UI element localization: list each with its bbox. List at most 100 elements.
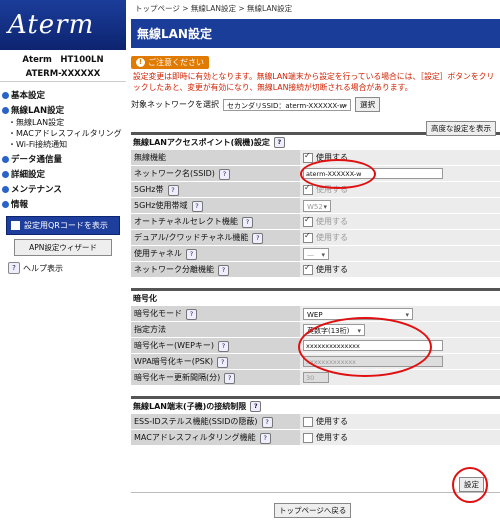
help-icon[interactable]: ? [186,308,197,320]
help-icon[interactable]: ? [185,248,197,260]
qr-code-button[interactable]: 設定用QRコードを表示 [6,216,120,235]
row-label: 無線機能 [131,150,300,166]
bullet-icon [2,91,9,99]
key-interval-input[interactable]: 30 [303,372,329,383]
nav-sub-wireless[interactable]: ・無線LAN設定 [8,117,126,128]
client-restriction-table: ESS-IDステルス機能(SSIDの隠蔽)? 使用する MACアドレスフィルタリン… [131,414,500,446]
table-row: MACアドレスフィルタリング機能? 使用する [131,429,500,446]
help-icon[interactable]: ? [218,168,230,180]
nav-data-usage[interactable]: データ通信量 [2,153,126,165]
psk-input[interactable]: xxxxxxxxxxxxx [303,356,443,367]
channel-select[interactable]: — ▾ [303,247,329,260]
table-row: デュアル/クワッドチャネル機能?使用する [131,229,500,246]
help-icon[interactable]: ? [250,401,262,412]
model-name: Aterm HT100LN [22,55,104,65]
target-network: 対象ネットワークを選択 セカンダリSSID：aterm-XXXXXX-w ▾ 選択 [131,97,500,112]
warning-text: 設定変更は即時に有効となります。無線LAN端末から設定を行っている場合には、［設… [133,72,495,92]
apn-wizard-button[interactable]: APN設定ウィザード [14,239,112,256]
sidebar: Aterm Aterm HT100LN ATERM-XXXXXX 基本設定 無線… [0,0,126,522]
help-icon[interactable]: ? [217,356,229,368]
nav-sub-wifi-notify[interactable]: ・Wi-Fi接続通知 [8,139,126,150]
mac-filter-checkbox[interactable] [303,432,313,443]
bullet-icon [2,155,9,163]
notice-badge: ! ご注意ください [131,56,209,69]
nav-info[interactable]: 情報 [2,198,126,210]
section-client-restriction: 無線LAN端末(子機)の接続制限? ESS-IDステルス機能(SSIDの隠蔽)?… [131,396,500,446]
help-icon[interactable]: ? [218,340,230,352]
nav-wireless[interactable]: 無線LAN設定 [2,104,126,116]
section-title: 暗号化 [131,288,500,306]
auto-channel-checkbox[interactable] [303,215,313,227]
nav-advanced[interactable]: 詳細設定 [2,168,126,180]
dual-channel-checkbox[interactable] [303,231,313,243]
advanced-settings-button[interactable]: 高度な設定を表示 [426,121,496,136]
help-icon[interactable]: ? [259,432,271,444]
nav-basic[interactable]: 基本設定 [2,89,126,101]
target-network-select[interactable]: セカンダリSSID：aterm-XXXXXX-w ▾ [223,98,351,111]
table-row: 指定方法 英数字(13桁) ▾ [131,321,500,338]
target-label: 対象ネットワークを選択 [131,100,219,109]
table-row: ネットワーク分離機能?使用する [131,261,500,278]
help-icon: ? [8,262,20,274]
exclamation-icon: ! [136,58,145,67]
help-icon[interactable]: ? [252,232,264,244]
page-title: 無線LAN設定 [131,19,500,48]
help-icon[interactable]: ? [273,137,285,148]
table-row: 無線機能使用する [131,150,500,166]
help-icon[interactable]: ? [261,416,273,428]
table-row: 暗号化キー更新間隔(分)? 30 [131,369,500,386]
encryption-mode-select[interactable]: WEP ▾ [303,307,413,320]
table-row: 5GHz帯?使用する [131,181,500,198]
help-icon[interactable]: ? [224,372,236,384]
section-access-point: 無線LANアクセスポイント(親機)設定? 無線機能使用する ネットワーク名(SS… [131,132,500,278]
device-name: ATERM-XXXXXX [25,69,101,79]
set-button[interactable]: 設定 [459,477,484,492]
sidebar-nav: 基本設定 無線LAN設定 ・無線LAN設定 ・MACアドレスフィルタリング ・W… [0,82,126,210]
qr-icon [11,221,20,230]
bullet-icon [2,170,9,178]
chevron-down-icon: ▾ [323,202,327,211]
chevron-down-icon: ▾ [343,101,347,110]
help-link[interactable]: ? ヘルプ表示 [4,262,122,274]
table-row: ネットワーク名(SSID)? aterm-XXXXXX-w [131,165,500,182]
help-icon[interactable]: ? [241,216,253,228]
key-format-select[interactable]: 英数字(13桁) ▾ [303,323,365,336]
chevron-down-icon: ▾ [405,310,409,319]
chevron-down-icon: ▾ [321,250,325,259]
back-to-top-button[interactable]: トップページへ戻る [274,503,352,518]
table-row: オートチャネルセレクト機能?使用する [131,213,500,230]
row-label: 指定方法 [131,321,300,338]
select-button[interactable]: 選択 [355,97,380,112]
bottom-divider [131,492,500,493]
encryption-table: 暗号化モード? WEP ▾ 指定方法 英数字(13桁) ▾ 暗号化キー(WEPキー)? x… [131,306,500,386]
table-row: 暗号化キー(WEPキー)? xxxxxxxxxxxxxx [131,337,500,354]
wireless-enable-checkbox[interactable] [303,151,313,163]
network-isolation-checkbox[interactable] [303,263,313,275]
table-row: ESS-IDステルス機能(SSIDの隠蔽)? 使用する [131,414,500,430]
breadcrumb: トップページ > 無線LAN設定 > 無線LAN設定 [135,4,293,13]
aterm-logo: Aterm [0,0,126,50]
bullet-icon [2,185,9,193]
ssid-input[interactable]: aterm-XXXXXX-w [303,168,443,179]
ap-settings-table: 無線機能使用する ネットワーク名(SSID)?aterm-XXXXXX-w 5G… [131,150,500,278]
section-title: 無線LAN端末(子機)の接続制限? [131,396,500,414]
bullet-icon [2,200,9,208]
notice: ! ご注意ください [131,56,500,69]
help-icon[interactable]: ? [167,184,179,196]
help-icon[interactable]: ? [191,200,203,212]
5ghz-checkbox[interactable] [303,183,313,195]
model-info: Aterm HT100LN ATERM-XXXXXX [0,50,126,82]
section-encryption: 暗号化 暗号化モード? WEP ▾ 指定方法 英数字(13桁) ▾ 暗号化キー(WEPキ… [131,288,500,386]
5ghz-band-select[interactable]: W52 ▾ [303,199,331,212]
chevron-down-icon: ▾ [357,326,361,335]
help-icon[interactable]: ? [218,264,229,276]
table-row: 使用チャネル? — ▾ [131,245,500,262]
nav-maintenance[interactable]: メンテナンス [2,183,126,195]
table-row: 5GHz使用帯域? W52 ▾ [131,197,500,214]
wep-key-input[interactable]: xxxxxxxxxxxxxx [303,340,443,351]
table-row: WPA暗号化キー(PSK)? xxxxxxxxxxxxx [131,353,500,370]
main-content: トップページ > 無線LAN設定 > 無線LAN設定 無線LAN設定 ! ご注意く… [131,0,500,522]
nav-sub-mac-filter[interactable]: ・MACアドレスフィルタリング [8,128,126,139]
stealth-checkbox[interactable] [303,416,313,427]
table-row: 暗号化モード? WEP ▾ [131,306,500,322]
